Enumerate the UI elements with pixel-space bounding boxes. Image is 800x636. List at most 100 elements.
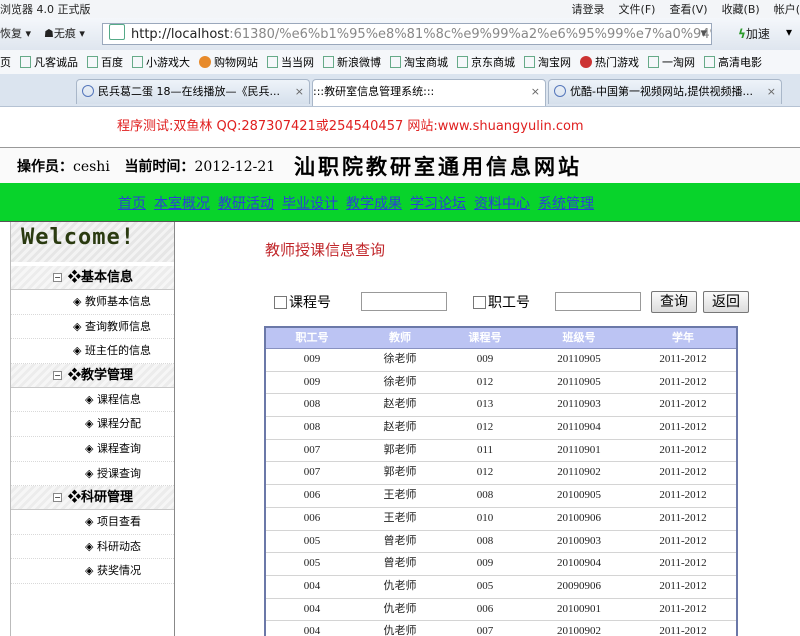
favorite-label: 小游戏大	[146, 56, 190, 69]
close-icon[interactable]: ×	[767, 80, 776, 104]
table-row: 005 曾老师 009 20100904 2011-2012	[266, 553, 736, 576]
nav-link[interactable]: 资料中心	[474, 193, 530, 213]
nav-link[interactable]: 首页	[118, 193, 146, 213]
nav-link[interactable]: 毕业设计	[282, 193, 338, 213]
menu-login[interactable]: 请登录	[572, 1, 605, 17]
sidebar-item[interactable]: ◈ 教师基本信息	[11, 290, 174, 315]
staff-input[interactable]	[555, 292, 641, 311]
collapse-icon[interactable]: −	[53, 493, 62, 503]
tab-system[interactable]: :::教研室信息管理系统::: ×	[312, 79, 546, 106]
url-input[interactable]: http://localhost:61380/%e6%b1%95%e8%81%8…	[102, 23, 712, 45]
table-row: 009 徐老师 012 20110905 2011-2012	[266, 372, 736, 395]
favorite-label: 京东商城	[471, 56, 515, 69]
restore-button[interactable]: 恢复 ▾	[0, 25, 31, 43]
table-cell: 20100902	[557, 625, 601, 636]
favorite-link[interactable]: 高清电影	[704, 54, 762, 70]
table-row: 009 徐老师 009 20110905 2011-2012	[266, 349, 736, 372]
web-page: 程序测试:双鱼林 QQ:287307421或254540457 网站:www.s…	[0, 107, 800, 636]
nav-link[interactable]: 本室概况	[154, 193, 210, 213]
table-header: 职工号 教师 课程号 班级号 学年	[266, 328, 736, 349]
table-row: 004 仇老师 005 20090906 2011-2012	[266, 576, 736, 599]
table-cell: 仇老师	[383, 579, 417, 592]
sidebar-item-label: ◈ 课程查询	[85, 441, 141, 455]
favorite-link[interactable]: 页	[0, 54, 11, 70]
nav-link[interactable]: 教学成果	[346, 193, 402, 213]
table-cell: 2011-2012	[659, 511, 707, 524]
favorite-link[interactable]: 淘宝网	[524, 54, 571, 70]
lightning-icon: ϟ	[738, 27, 746, 41]
menu-view[interactable]: 查看(V)	[669, 1, 707, 17]
table-cell: 仇老师	[383, 602, 417, 615]
table-cell: 20110902	[557, 466, 601, 479]
favorite-link[interactable]: 京东商城	[457, 54, 515, 70]
close-icon[interactable]: ×	[295, 80, 304, 104]
table-cell: 20110905	[557, 353, 601, 365]
favorite-link[interactable]: 新浪微博	[323, 54, 381, 70]
nav-link[interactable]: 学习论坛	[410, 193, 466, 213]
favorite-link[interactable]: 一淘网	[648, 54, 695, 70]
table-cell: 008	[476, 489, 494, 502]
table-cell: 012	[476, 466, 494, 479]
table-cell: 20100905	[557, 489, 601, 502]
course-checkbox[interactable]	[274, 296, 287, 309]
page-icon	[323, 56, 334, 68]
back-button[interactable]: 返回	[703, 291, 749, 313]
chevron-down-icon[interactable]: ▾	[786, 25, 792, 39]
favorite-link[interactable]: 热门游戏	[580, 54, 639, 70]
favorite-label: 新浪微博	[337, 56, 381, 69]
staff-checkbox[interactable]	[473, 296, 486, 309]
page-icon	[390, 56, 401, 68]
nav-link[interactable]: 系统管理	[538, 193, 594, 213]
page-icon	[87, 56, 98, 68]
sidebar-item[interactable]: ◈ 科研动态	[11, 535, 174, 560]
table-cell: 008	[303, 398, 321, 411]
menu-account[interactable]: 帐户(	[774, 1, 800, 17]
sidebar-item[interactable]: ◈ 获奖情况	[11, 559, 174, 584]
sidebar-group[interactable]: − ❖科研管理	[11, 486, 174, 511]
menu-file[interactable]: 文件(F)	[619, 1, 656, 17]
table-cell: 王老师	[383, 489, 417, 502]
course-input[interactable]	[361, 292, 447, 311]
table-cell: 赵老师	[383, 398, 417, 411]
sidebar-group[interactable]: − ❖基本信息	[11, 266, 174, 290]
sidebar-item[interactable]: ◈ 课程分配	[11, 412, 174, 437]
sidebar-item[interactable]: ◈ 授课查询	[11, 462, 174, 487]
collapse-icon[interactable]: −	[53, 273, 62, 282]
table-cell: 2011-2012	[659, 534, 707, 547]
favorite-label: 热门游戏	[595, 56, 639, 69]
table-cell: 20110903	[557, 398, 601, 411]
incognito-button[interactable]: ☗无痕 ▾	[44, 25, 85, 43]
sidebar-group[interactable]: − ❖教学管理	[11, 363, 174, 388]
collapse-icon[interactable]: −	[53, 370, 62, 380]
close-icon[interactable]: ×	[531, 80, 540, 104]
favorite-link[interactable]: 百度	[87, 54, 123, 70]
tab-video[interactable]: 民兵葛二蛋 18—在线播放—《民兵... ×	[76, 79, 310, 104]
sidebar-item[interactable]: ◈ 课程信息	[11, 388, 174, 413]
table-cell: 20100903	[557, 534, 601, 547]
tab-youku[interactable]: 优酷-中国第一视频网站,提供视频播... ×	[548, 79, 782, 104]
favorite-link[interactable]: 购物网站	[199, 54, 258, 70]
menu-favorites[interactable]: 收藏(B)	[722, 1, 760, 17]
favorite-link[interactable]: 淘宝商城	[390, 54, 448, 70]
nav-link[interactable]: 教研活动	[218, 193, 274, 213]
url-dropdown-icon[interactable]: ▾	[700, 24, 707, 44]
table-cell: 20110904	[557, 421, 601, 434]
sidebar-group-label: ❖教学管理	[68, 367, 134, 383]
query-button[interactable]: 查询	[651, 291, 697, 313]
favorite-link[interactable]: 小游戏大	[132, 54, 190, 70]
table-cell: 009	[303, 353, 321, 365]
table-cell: 曾老师	[383, 534, 417, 547]
table-row: 007 郭老师 011 20110901 2011-2012	[266, 440, 736, 463]
table-cell: 008	[303, 421, 321, 434]
favorite-link[interactable]: 当当网	[267, 54, 314, 70]
favorite-link[interactable]: 凡客诚品	[20, 54, 78, 70]
accelerate-button[interactable]: ϟ加速	[738, 25, 770, 42]
sidebar-item[interactable]: ◈ 项目查看	[11, 510, 174, 535]
tab-bar: 民兵葛二蛋 18—在线播放—《民兵... × :::教研室信息管理系统::: ×…	[0, 74, 800, 107]
page-icon	[524, 56, 535, 68]
table-cell: 007	[476, 625, 494, 636]
sidebar-item[interactable]: ◈ 班主任的信息	[11, 339, 174, 364]
sidebar-item[interactable]: ◈ 查询教师信息	[11, 315, 174, 340]
table-cell: 王老师	[383, 511, 417, 524]
sidebar-item[interactable]: ◈ 课程查询	[11, 437, 174, 462]
